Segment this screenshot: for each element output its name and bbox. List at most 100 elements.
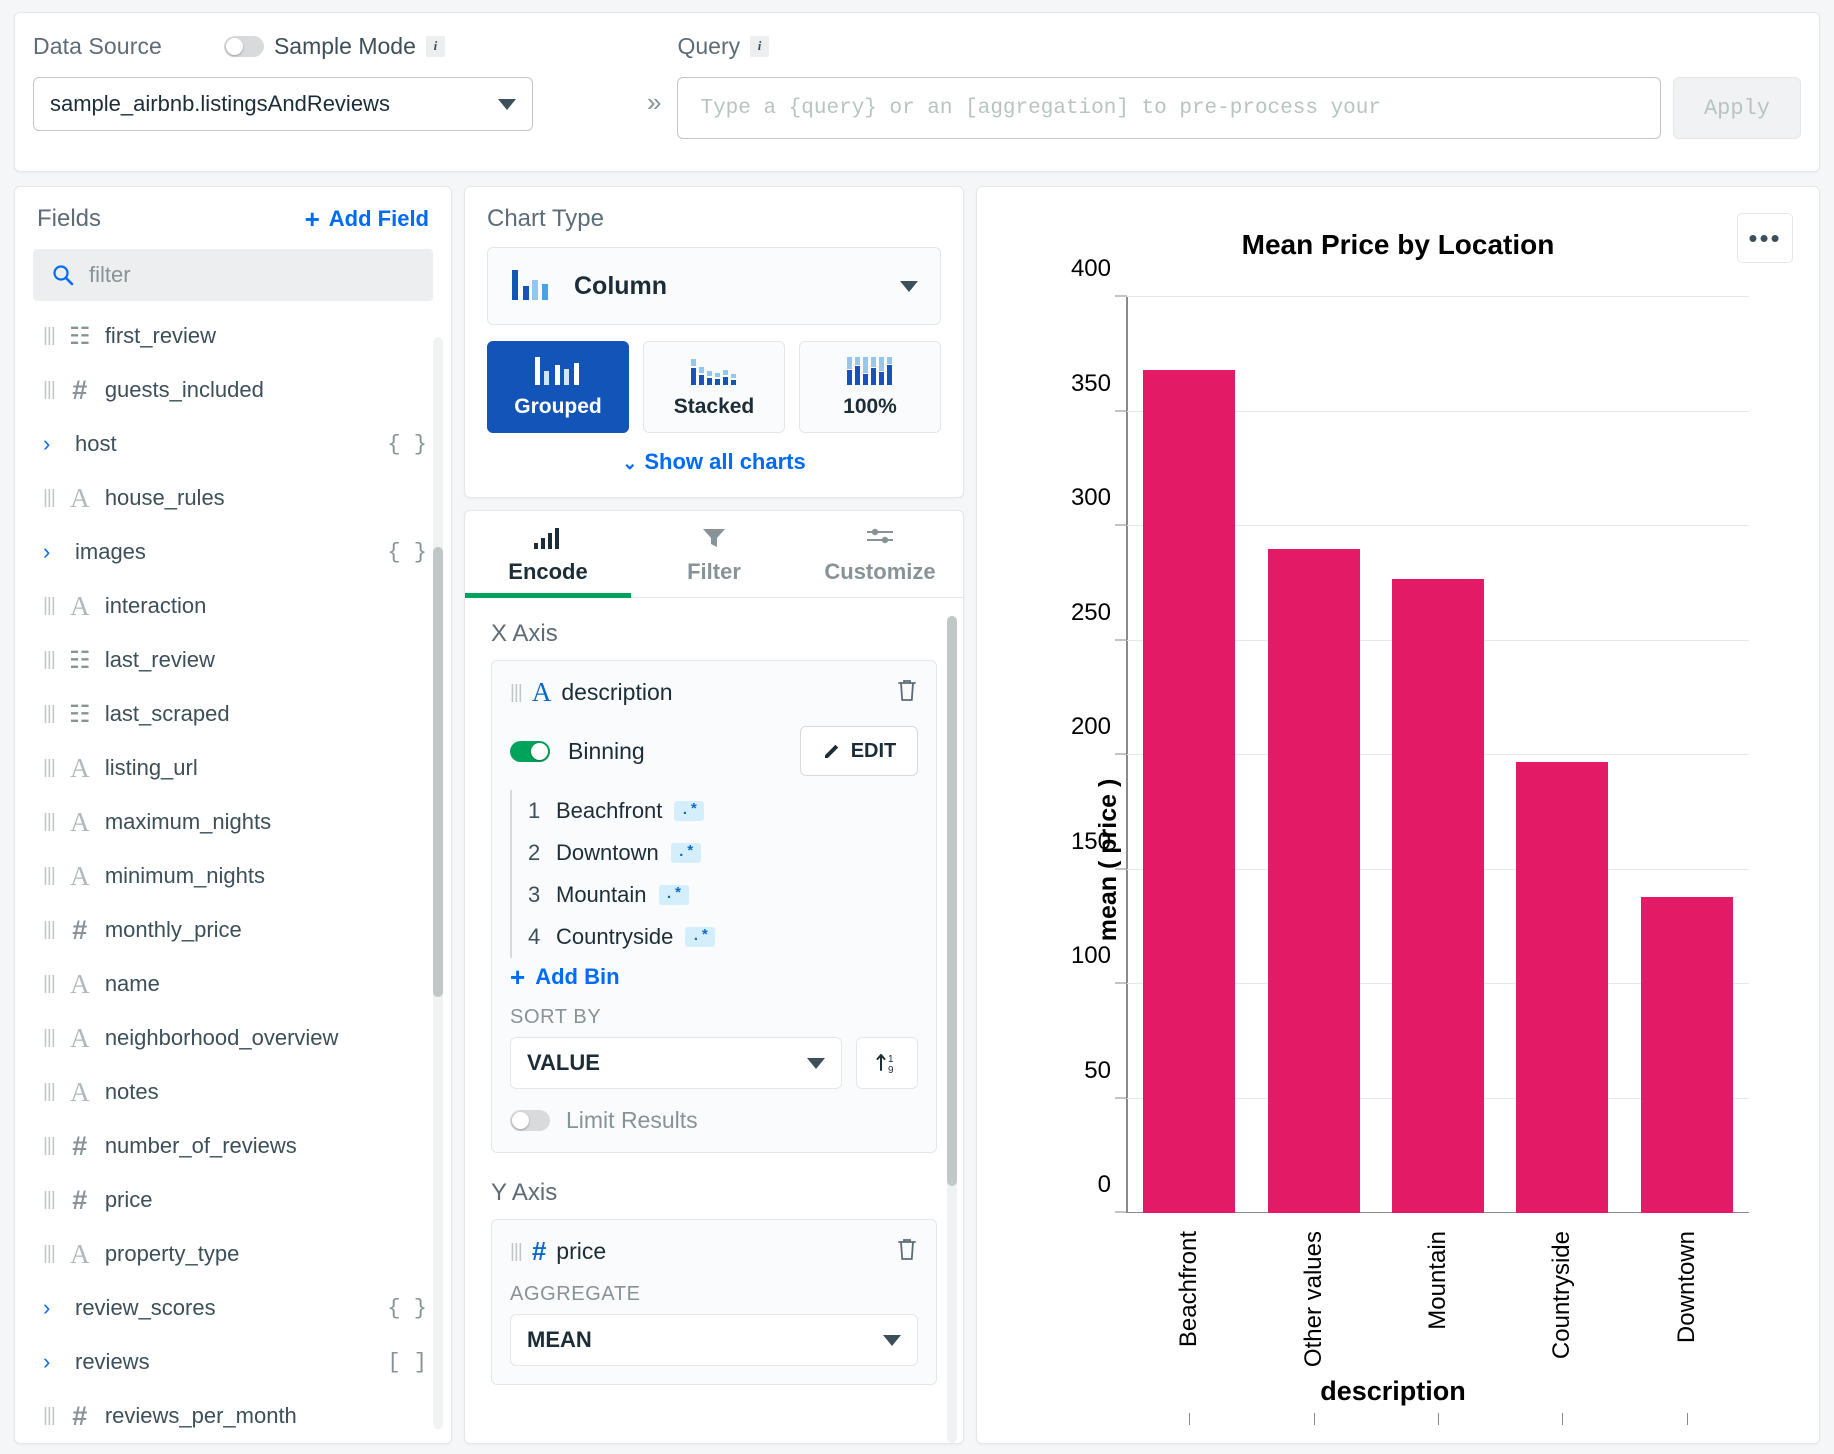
encode-scrollbar-thumb[interactable] xyxy=(947,616,957,1186)
show-all-charts-label: Show all charts xyxy=(644,449,805,474)
drag-handle-icon[interactable]: ||| xyxy=(43,1027,55,1049)
field-row[interactable]: |||Ahouse_rules xyxy=(15,471,451,525)
field-row[interactable]: |||Alisting_url xyxy=(15,741,451,795)
delete-icon[interactable] xyxy=(896,678,918,708)
field-name: guests_included xyxy=(105,377,427,403)
drag-handle-icon[interactable]: ||| xyxy=(43,1135,55,1157)
bin-name: Downtown xyxy=(556,840,659,866)
field-row[interactable]: |||#price xyxy=(15,1173,451,1227)
drag-handle-icon[interactable]: ||| xyxy=(43,487,55,509)
sort-by-select[interactable]: VALUE xyxy=(510,1037,842,1089)
sample-mode-info-icon[interactable]: i xyxy=(426,36,445,57)
add-bin-button[interactable]: + Add Bin xyxy=(510,964,918,990)
drag-handle-icon[interactable]: ||| xyxy=(43,973,55,995)
drag-handle-icon[interactable]: ||| xyxy=(43,1189,55,1211)
sample-mode-toggle[interactable] xyxy=(224,36,264,57)
field-row[interactable]: |||☷first_review xyxy=(15,309,451,363)
edit-bins-button[interactable]: EDIT xyxy=(800,726,918,776)
field-row[interactable]: |||☷last_scraped xyxy=(15,687,451,741)
y-tick-label: 350 xyxy=(1071,370,1127,398)
chevron-right-icon[interactable]: › xyxy=(43,539,65,565)
chevron-right-icon[interactable]: › xyxy=(43,1349,65,1375)
drag-handle-icon[interactable]: ||| xyxy=(510,682,522,704)
field-list[interactable]: |||☷first_review|||#guests_included›host… xyxy=(15,301,451,1443)
tab-encode[interactable]: Encode xyxy=(465,511,631,597)
variant-grouped[interactable]: Grouped xyxy=(487,341,629,433)
drag-handle-icon[interactable]: ||| xyxy=(43,1081,55,1103)
bin-item[interactable]: 1Beachfront.* xyxy=(528,790,918,832)
field-row[interactable]: |||Aminimum_nights xyxy=(15,849,451,903)
bin-number: 1 xyxy=(528,798,544,824)
add-field-button[interactable]: + Add Field xyxy=(305,206,429,232)
fields-filter-input[interactable]: filter xyxy=(33,249,433,301)
drag-handle-icon[interactable]: ||| xyxy=(510,1241,522,1263)
data-source-select[interactable]: sample_airbnb.listingsAndReviews xyxy=(33,77,533,131)
delete-icon[interactable] xyxy=(896,1237,918,1267)
bin-item[interactable]: 2Downtown.* xyxy=(528,832,918,874)
field-row[interactable]: |||Ainteraction xyxy=(15,579,451,633)
drag-handle-icon[interactable]: ||| xyxy=(43,325,55,347)
field-row[interactable]: ›review_scores{ } xyxy=(15,1281,451,1335)
field-row[interactable]: ›reviews[ ] xyxy=(15,1335,451,1389)
bar[interactable] xyxy=(1392,579,1484,1213)
toggle-knob xyxy=(531,743,548,760)
tab-filter[interactable]: Filter xyxy=(631,511,797,597)
drag-handle-icon[interactable]: ||| xyxy=(43,919,55,941)
drag-handle-icon[interactable]: ||| xyxy=(43,757,55,779)
chart-type-select[interactable]: Column xyxy=(487,247,941,325)
top-toolbar: Data Source Sample Mode i sample_airbnb.… xyxy=(14,12,1820,172)
limit-results-toggle[interactable] xyxy=(510,1110,550,1131)
drag-handle-icon[interactable]: ||| xyxy=(43,1243,55,1265)
show-all-charts-button[interactable]: ⌄Show all charts xyxy=(487,449,941,475)
aggregate-select[interactable]: MEAN xyxy=(510,1314,918,1366)
field-row[interactable]: |||Anotes xyxy=(15,1065,451,1119)
query-info-icon[interactable]: i xyxy=(750,36,769,57)
field-row[interactable]: |||#monthly_price xyxy=(15,903,451,957)
field-row[interactable]: |||#number_of_reviews xyxy=(15,1119,451,1173)
bar[interactable] xyxy=(1516,762,1608,1213)
sort-direction-button[interactable]: 1 9 xyxy=(856,1037,918,1089)
aggregate-row: MEAN xyxy=(510,1314,918,1366)
bin-item[interactable]: 4Countryside.* xyxy=(528,916,918,958)
drag-handle-icon[interactable]: ||| xyxy=(43,703,55,725)
data-source-value: sample_airbnb.listingsAndReviews xyxy=(50,91,390,117)
field-name: house_rules xyxy=(105,485,427,511)
field-name: reviews_per_month xyxy=(105,1403,427,1429)
field-row[interactable]: |||Aneighborhood_overview xyxy=(15,1011,451,1065)
chart-panel: ••• Mean Price by Location mean ( price … xyxy=(976,186,1820,1444)
binning-toggle[interactable] xyxy=(510,741,550,762)
bin-item[interactable]: 3Mountain.* xyxy=(528,874,918,916)
field-row[interactable]: |||Amaximum_nights xyxy=(15,795,451,849)
bar[interactable] xyxy=(1268,549,1360,1213)
field-row[interactable]: |||#guests_included xyxy=(15,363,451,417)
fields-scrollbar-thumb[interactable] xyxy=(433,547,443,997)
apply-button[interactable]: Apply xyxy=(1673,77,1801,139)
encode-tabs: Encode Filter Customize xyxy=(465,511,963,598)
collapse-chevrons-icon[interactable]: » xyxy=(647,87,661,118)
tab-customize[interactable]: Customize xyxy=(797,511,963,597)
field-row[interactable]: |||Aname xyxy=(15,957,451,1011)
bar[interactable] xyxy=(1143,370,1235,1213)
field-row[interactable]: |||☷last_review xyxy=(15,633,451,687)
field-row[interactable]: ›host{ } xyxy=(15,417,451,471)
chevron-down-icon xyxy=(883,1335,901,1346)
drag-handle-icon[interactable]: ||| xyxy=(43,595,55,617)
drag-handle-icon[interactable]: ||| xyxy=(43,379,55,401)
drag-handle-icon[interactable]: ||| xyxy=(43,865,55,887)
drag-handle-icon[interactable]: ||| xyxy=(43,1405,55,1427)
bar-slot xyxy=(1625,297,1749,1213)
field-row[interactable]: |||Aproperty_type xyxy=(15,1227,451,1281)
variant-stacked-label: Stacked xyxy=(674,395,755,419)
chart-options-menu-button[interactable]: ••• xyxy=(1737,213,1793,263)
bar[interactable] xyxy=(1641,897,1733,1213)
x-tick-label: Other values xyxy=(1300,1231,1328,1367)
field-row[interactable]: ›images{ } xyxy=(15,525,451,579)
query-input[interactable]: Type a {query} or an [aggregation] to pr… xyxy=(677,77,1661,139)
drag-handle-icon[interactable]: ||| xyxy=(43,811,55,833)
chevron-right-icon[interactable]: › xyxy=(43,1295,65,1321)
variant-100-percent[interactable]: 100% xyxy=(799,341,941,433)
field-row[interactable]: |||#reviews_per_month xyxy=(15,1389,451,1443)
chevron-right-icon[interactable]: › xyxy=(43,431,65,457)
drag-handle-icon[interactable]: ||| xyxy=(43,649,55,671)
variant-stacked[interactable]: Stacked xyxy=(643,341,785,433)
